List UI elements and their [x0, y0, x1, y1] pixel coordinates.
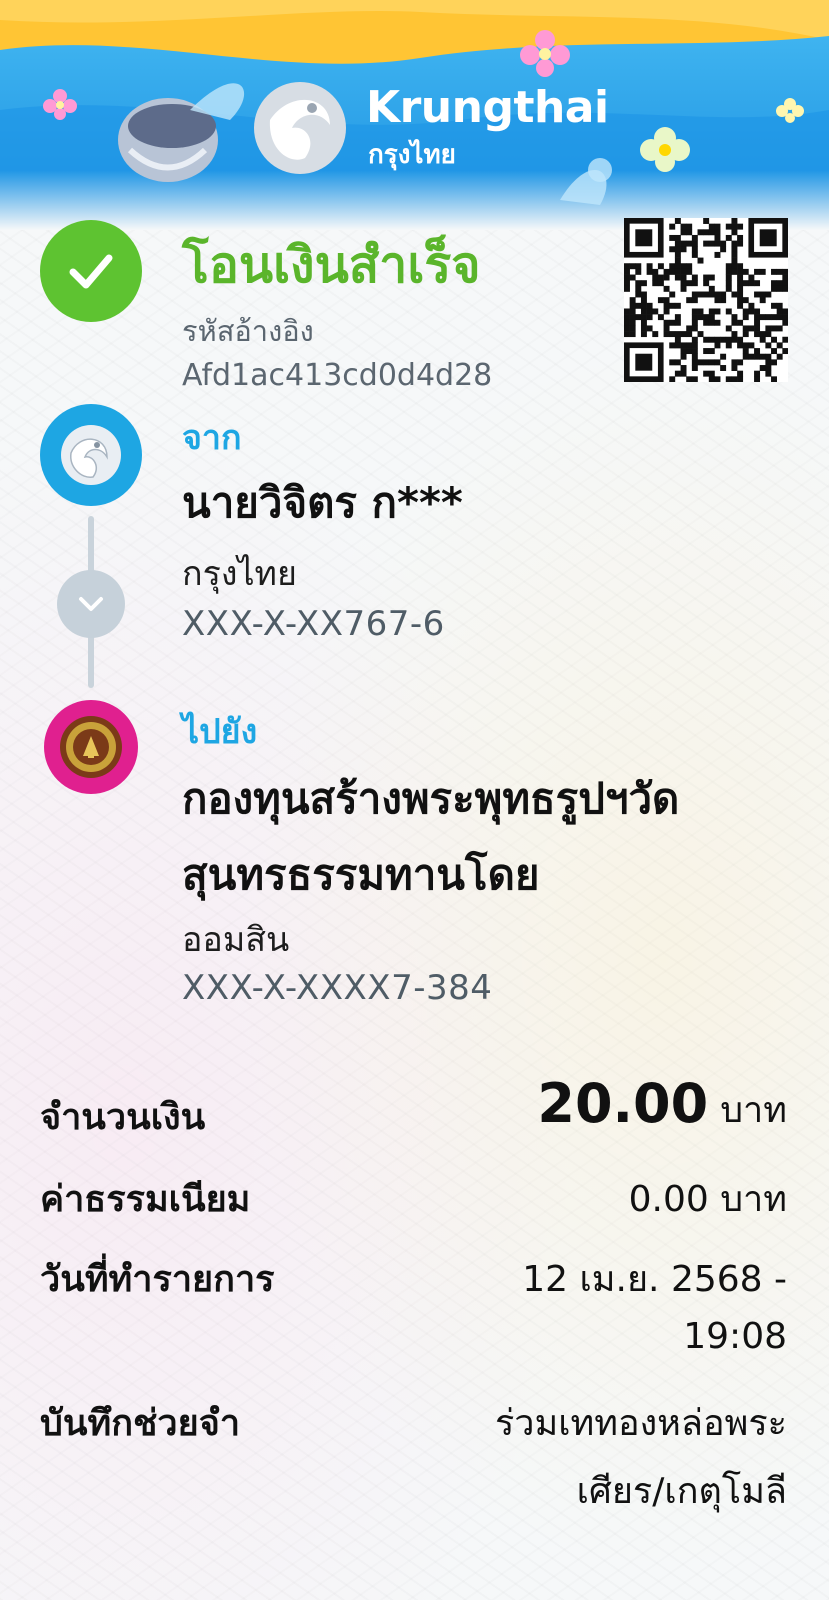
status-title: โอนเงินสำเร็จ: [182, 236, 481, 294]
header-banner: Krungthai กรุงไทย: [0, 0, 829, 230]
amount-unit: บาท: [720, 1090, 787, 1131]
date-line2: 19:08: [683, 1316, 787, 1357]
from-label: จาก: [182, 418, 242, 458]
check-icon: [69, 254, 113, 289]
from-account: XXX-X-XX767-6: [182, 604, 445, 644]
date-label: วันที่ทำรายการ: [40, 1259, 275, 1300]
date-line1: 12 เม.ย. 2568 -: [522, 1259, 787, 1300]
qr-code[interactable]: [624, 218, 789, 383]
amount-value: 20.00 บาท: [537, 1072, 787, 1138]
qr-code-graphic: [624, 218, 789, 383]
to-name-line1: กองทุนสร้างพระพุทธรูปฯวัด: [182, 774, 680, 823]
success-check-badge: [40, 220, 142, 322]
to-bank-logo: [44, 700, 138, 794]
to-account: XXX-X-XXXX7-384: [182, 968, 493, 1008]
to-name-line2: สุนทรธรรมทานโดย: [182, 850, 540, 899]
memo-label: บันทึกช่วยจำ: [40, 1403, 241, 1444]
from-name: นายวิจิตร ก***: [182, 478, 463, 527]
from-bank: กรุงไทย: [182, 554, 297, 594]
chevron-down-icon: [79, 597, 103, 611]
amount-label: จำนวนเงิน: [40, 1097, 206, 1138]
fee-value: 0.00 บาท: [628, 1179, 787, 1220]
krungthai-bird-icon: [61, 425, 121, 485]
to-label: ไปยัง: [182, 712, 258, 752]
amount-number: 20.00: [537, 1072, 709, 1135]
reference-label: รหัสอ้างอิง: [182, 314, 314, 348]
transfer-direction-badge: [57, 570, 125, 638]
gsb-seal-icon: [60, 716, 122, 778]
reference-value: Afd1ac413cd0d4d28: [182, 358, 493, 393]
brand-thai-name: กรุงไทย: [368, 140, 456, 170]
from-bank-logo: [40, 404, 142, 506]
memo-line2: เศียร/เกตุโมลี: [576, 1471, 787, 1512]
brand-name: Krungthai: [366, 82, 609, 133]
fee-label: ค่าธรรมเนียม: [40, 1179, 251, 1220]
to-bank: ออมสิน: [182, 920, 290, 960]
krungthai-bird-logo: [254, 82, 346, 174]
memo-line1: ร่วมเททองหล่อพระ: [494, 1403, 787, 1444]
